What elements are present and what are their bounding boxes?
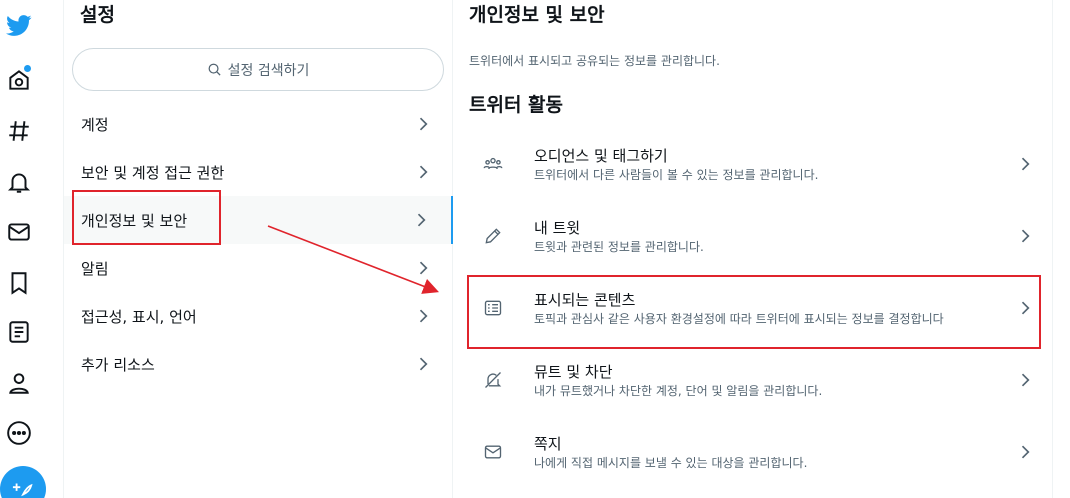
home-notification-dot <box>24 65 31 72</box>
row-title: 내 트윗 <box>534 219 581 237</box>
menu-label: 접근성, 표시, 언어 <box>81 307 197 326</box>
menu-label: 추가 리소스 <box>81 355 155 374</box>
privacy-content-panel: 개인정보 및 보안 트위터에서 표시되고 공유되는 정보를 관리합니다. 트위터… <box>453 0 1053 498</box>
bookmarks-icon[interactable] <box>0 264 38 302</box>
notifications-bell-icon[interactable] <box>0 163 38 201</box>
chevron-right-icon <box>417 213 426 227</box>
chevron-right-icon <box>1021 445 1030 459</box>
settings-menu-account[interactable]: 계정 <box>64 100 453 148</box>
compose-tweet-button[interactable] <box>0 466 46 498</box>
menu-label: 알림 <box>81 259 109 278</box>
page-title: 개인정보 및 보안 <box>469 4 605 26</box>
settings-menu-notifications[interactable]: 알림 <box>64 244 453 292</box>
twitter-logo-icon[interactable] <box>0 6 38 44</box>
row-my-tweets[interactable]: 내 트윗 트윗과 관련된 정보를 관리합니다. <box>453 200 1053 272</box>
pencil-icon <box>485 228 501 244</box>
settings-column: 설정 설정 검색하기 계정 보안 및 계정 접근 권한 개인정보 및 보안 알림… <box>64 0 453 498</box>
row-mute-block[interactable]: 뮤트 및 차단 내가 뮤트했거나 차단한 계정, 단어 및 알림을 관리합니다. <box>453 344 1053 416</box>
chevron-right-icon <box>1021 157 1030 171</box>
explore-hashtag-icon[interactable] <box>0 112 38 150</box>
chevron-right-icon <box>419 117 428 131</box>
row-title: 뮤트 및 차단 <box>534 363 613 381</box>
envelope-icon <box>484 445 502 459</box>
settings-title: 설정 <box>80 4 115 26</box>
search-icon <box>208 63 221 76</box>
annotation-box-content-you-see <box>467 275 1041 349</box>
chevron-right-icon <box>419 309 428 323</box>
primary-nav <box>0 0 64 498</box>
settings-menu-security[interactable]: 보안 및 계정 접근 권한 <box>64 148 453 196</box>
more-icon[interactable] <box>0 414 38 452</box>
search-placeholder: 설정 검색하기 <box>227 62 310 79</box>
row-description: 트윗과 관련된 정보를 관리합니다. <box>534 240 704 254</box>
settings-menu-accessibility[interactable]: 접근성, 표시, 언어 <box>64 292 453 340</box>
settings-search-input[interactable]: 설정 검색하기 <box>72 48 444 91</box>
row-description: 내가 뮤트했거나 차단한 계정, 단어 및 알림을 관리합니다. <box>534 384 823 398</box>
mute-icon <box>485 372 502 388</box>
page-description: 트위터에서 표시되고 공유되는 정보를 관리합니다. <box>469 54 720 68</box>
row-title: 오디언스 및 태그하기 <box>534 147 668 165</box>
chevron-right-icon <box>1021 229 1030 243</box>
chevron-right-icon <box>419 357 428 371</box>
feather-plus-icon <box>12 483 33 497</box>
row-title: 쪽지 <box>534 435 562 453</box>
row-audience-tagging[interactable]: 오디언스 및 태그하기 트위터에서 다른 사람들이 볼 수 있는 정보를 관리합… <box>453 128 1053 200</box>
row-description: 나에게 직접 메시지를 보낼 수 있는 대상을 관리합니다. <box>534 456 808 470</box>
home-icon[interactable] <box>0 61 38 99</box>
chevron-right-icon <box>1021 373 1030 387</box>
messages-envelope-icon[interactable] <box>0 213 38 251</box>
annotation-box-privacy-menu <box>72 190 221 245</box>
menu-label: 계정 <box>81 115 109 134</box>
row-description: 트위터에서 다른 사람들이 볼 수 있는 정보를 관리합니다. <box>534 168 819 182</box>
chevron-right-icon <box>419 261 428 275</box>
menu-label: 보안 및 계정 접근 권한 <box>81 163 225 182</box>
row-direct-messages[interactable]: 쪽지 나에게 직접 메시지를 보낼 수 있는 대상을 관리합니다. <box>453 416 1053 488</box>
profile-icon[interactable] <box>0 364 38 402</box>
chevron-right-icon <box>419 165 428 179</box>
audience-people-icon <box>483 157 503 170</box>
settings-menu-resources[interactable]: 추가 리소스 <box>64 340 453 388</box>
lists-icon[interactable] <box>0 313 38 351</box>
section-title: 트위터 활동 <box>469 94 564 116</box>
